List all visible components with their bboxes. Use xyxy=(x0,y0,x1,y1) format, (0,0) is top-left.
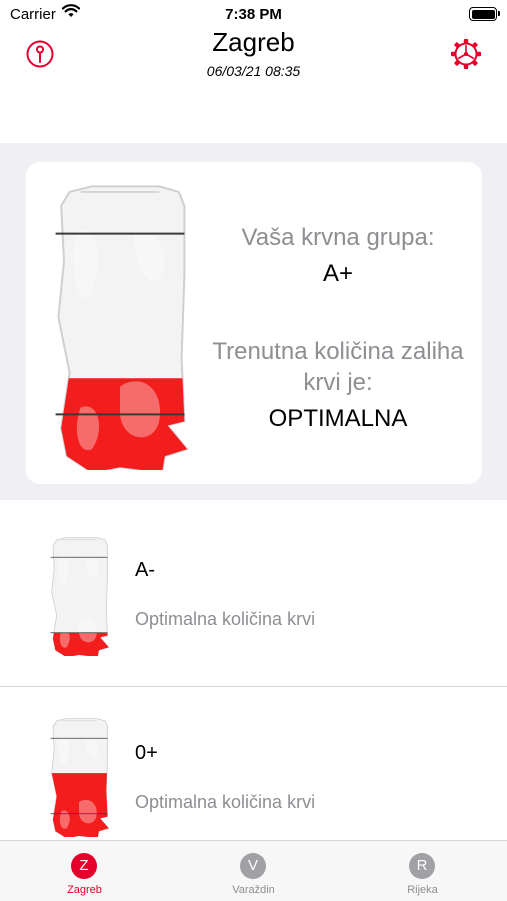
tab-rijeka[interactable]: R Rijeka xyxy=(338,841,507,901)
supply-level-label-line2: krvi je: xyxy=(303,369,373,396)
status-bar: Carrier 7:38 PM xyxy=(0,0,507,28)
blood-type-value: A+ xyxy=(322,260,354,287)
tab-label: Rijeka xyxy=(407,884,438,896)
blood-group-row-a-minus[interactable]: A- Optimalna količina krvi xyxy=(0,504,507,686)
tab-icon-z: Z xyxy=(71,853,97,879)
last-updated-datetime: 06/03/21 08:35 xyxy=(206,63,301,79)
tab-label: Zagreb xyxy=(67,884,102,896)
blood-group-name: 0+ xyxy=(135,742,158,764)
clock: 7:38 PM xyxy=(225,6,282,23)
tab-icon-v: V xyxy=(240,853,266,879)
blood-bag-icon xyxy=(50,537,110,656)
supply-level-label-line1: Trenutna količina zaliha xyxy=(212,338,464,365)
page-title: Zagreb xyxy=(212,27,295,57)
tab-icon-r: R xyxy=(409,853,435,879)
settings-button[interactable] xyxy=(450,38,482,70)
supply-status-text: Optimalna količina krvi xyxy=(135,792,316,812)
blood-bag-icon xyxy=(50,718,110,837)
settings-gear-icon xyxy=(451,39,481,69)
tab-label: Varaždin xyxy=(232,884,275,896)
blood-type-label: Vaša krvna grupa: xyxy=(241,224,435,251)
blood-bag-icon xyxy=(55,185,189,470)
tab-varazdin[interactable]: V Varaždin xyxy=(169,841,338,901)
battery-icon xyxy=(469,7,500,21)
blood-type-card: Vaša krvna grupa: A+ Trenutna količina z… xyxy=(26,162,482,484)
supply-status-text: Optimalna količina krvi xyxy=(135,609,316,629)
summary-section: Vaša krvna grupa: A+ Trenutna količina z… xyxy=(0,143,507,500)
tab-zagreb[interactable]: Z Zagreb xyxy=(0,841,169,901)
tab-bar: Z Zagreb V Varaždin R Rijeka xyxy=(0,840,507,901)
supply-level-value: OPTIMALNA xyxy=(268,405,408,432)
blood-group-name: A- xyxy=(135,559,155,581)
